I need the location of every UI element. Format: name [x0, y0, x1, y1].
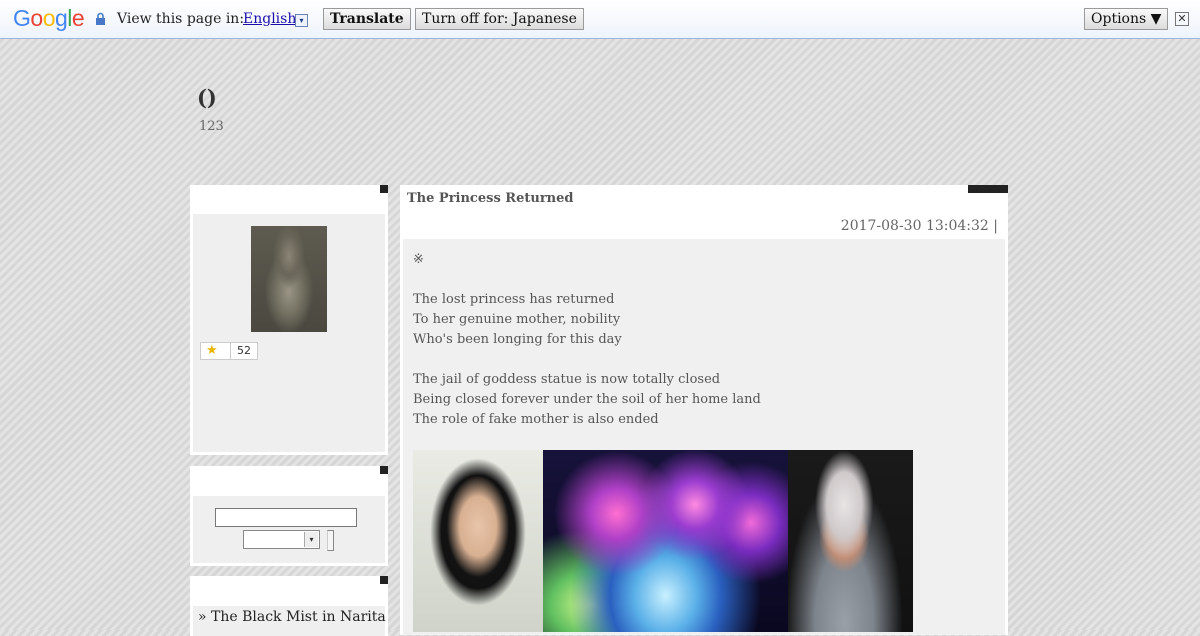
search-scope-select[interactable]: ▾: [243, 530, 320, 549]
box-corner-marker: [380, 576, 388, 584]
view-page-label: View this page in:: [117, 11, 245, 27]
post-mark: ※: [413, 252, 424, 267]
profile-box: ★ 52: [190, 185, 388, 455]
photo-fireworks[interactable]: [543, 450, 788, 632]
links-box-content: » The Black Mist in Narita: [193, 606, 386, 636]
sidebar-link[interactable]: » The Black Mist in Narita: [198, 609, 386, 625]
search-box: ▾: [190, 466, 388, 566]
profile-box-content: ★ 52: [193, 214, 385, 452]
post-corner-tab: [968, 185, 1008, 193]
poem-line: Being closed forever under the soil of h…: [413, 392, 761, 407]
box-corner-marker: [380, 185, 388, 193]
poem-line: The role of fake mother is also ended: [413, 412, 659, 427]
star-button[interactable]: ★ 52: [200, 342, 258, 360]
links-box: » The Black Mist in Narita: [190, 576, 388, 636]
language-link[interactable]: English: [243, 11, 296, 27]
star-count: 52: [237, 344, 251, 357]
poem-line: Who's been longing for this day: [413, 332, 622, 347]
poem-line: To her genuine mother, nobility: [413, 312, 621, 327]
divider: [230, 343, 231, 359]
translate-bar: Google View this page in: English ▾ Tran…: [0, 0, 1200, 39]
site-title[interactable]: (): [197, 85, 217, 110]
search-button[interactable]: [327, 530, 334, 551]
translate-button[interactable]: Translate: [323, 8, 411, 30]
lock-icon: [96, 12, 105, 25]
google-logo: Google: [13, 5, 85, 31]
photo-girl-portrait[interactable]: [413, 450, 543, 632]
language-dropdown-icon[interactable]: ▾: [295, 14, 308, 27]
search-box-content: ▾: [193, 496, 385, 563]
photo-woman-speaking[interactable]: [788, 450, 913, 632]
star-icon: ★: [206, 343, 218, 358]
post-entry: The Princess Returned 2017-08-30 13:04:3…: [400, 185, 1008, 635]
post-timestamp: 2017-08-30 13:04:32 |: [840, 218, 998, 234]
box-corner-marker: [380, 466, 388, 474]
post-text: ※ The lost princess has returned To her …: [413, 250, 761, 430]
close-icon[interactable]: ✕: [1175, 12, 1189, 26]
turn-off-button[interactable]: Turn off for: Japanese: [415, 8, 584, 30]
post-title[interactable]: The Princess Returned: [407, 191, 573, 206]
site-subtitle: 123: [199, 119, 224, 134]
poem-line: The lost princess has returned: [413, 292, 615, 307]
options-button[interactable]: Options ▼: [1084, 8, 1169, 30]
post-body: ※ The lost princess has returned To her …: [403, 239, 1005, 635]
avatar[interactable]: [251, 226, 327, 332]
poem-line: The jail of goddess statue is now totall…: [413, 372, 721, 387]
chevron-down-icon[interactable]: ▾: [304, 532, 318, 547]
search-input[interactable]: [215, 508, 357, 527]
